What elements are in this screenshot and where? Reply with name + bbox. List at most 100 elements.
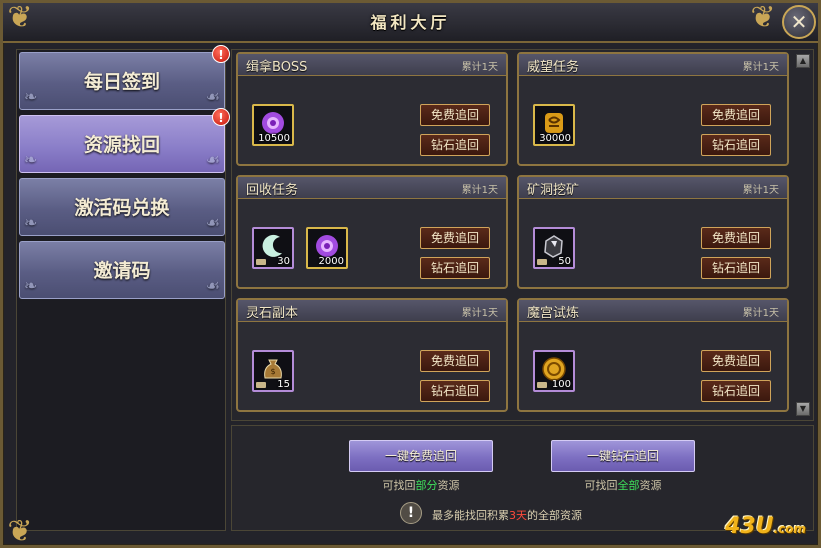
reward-item[interactable]: $ 15 [252,350,294,392]
reward-item[interactable]: 50 [533,227,575,269]
corner-ornament-icon: ❦ [750,0,776,35]
warning-icon: ! [400,502,422,524]
task-card-header: 矿洞挖矿 累计1天 [519,177,787,199]
nav-item-label: 资源找回 [83,134,160,156]
free-recover-button[interactable]: 免费追回 [420,104,490,126]
hint-text: 资源 [437,479,460,492]
task-name: 回收任务 [246,183,299,198]
scroll-ornament-icon: ☙ [205,87,220,106]
nav-item-daily-signin[interactable]: 每日签到 ❧ ☙ ! [19,45,230,110]
task-name: 魔宫试炼 [527,306,580,321]
title-bar: 福利大厅 [3,3,818,43]
task-card: 魔宫试炼 累计1天 100 免费追回 钻石追回 [517,298,789,412]
task-name: 矿洞挖矿 [527,183,580,198]
reward-item[interactable]: 30 [252,227,294,269]
svg-text:$: $ [270,367,275,376]
sidebar-nav: 每日签到 ❧ ☙ ! 资源找回 ❧ ☙ ! 激活码兑换 ❧ ☙ 邀请码 ❧ ☙ [16,45,230,531]
scroll-ornament-icon: ☙ [205,150,220,169]
item-count: 100 [551,379,571,390]
scroll-ornament-icon: ❧ [24,87,38,106]
nav-item-activation-code[interactable]: 激活码兑换 ❧ ☙ [19,178,225,236]
diamond-recover-button[interactable]: 钻石追回 [701,257,771,279]
task-name: 灵石副本 [246,306,299,321]
task-card-header: 魔宫试炼 累计1天 [519,300,787,322]
item-count: 50 [558,256,571,267]
bound-tag-icon [537,382,547,388]
nav-item-resource-recovery[interactable]: 资源找回 ❧ ☙ ! [19,108,230,173]
task-card: 缉拿BOSS 累计1天 10500 免费追回 钻石追回 [236,52,508,166]
task-name: 缉拿BOSS [246,60,308,75]
free-recover-hint: 可找回部分资源 [349,477,493,493]
logo-text: 43U [725,514,774,539]
diamond-recover-button[interactable]: 钻石追回 [701,134,771,156]
task-accumulated: 累计1天 [742,62,779,73]
hint-highlight: 部分 [415,479,438,492]
hint-text: 资源 [639,479,662,492]
scroll-down-arrow-icon[interactable]: ▼ [796,402,810,416]
item-count: 30 [277,256,290,267]
note-highlight: 3天 [509,509,527,522]
free-recover-button[interactable]: 免费追回 [420,227,490,249]
task-card-header: 回收任务 累计1天 [238,177,506,199]
diamond-recover-button[interactable]: 钻石追回 [701,380,771,402]
item-count: 30000 [539,133,571,144]
free-recover-button[interactable]: 免费追回 [701,350,771,372]
task-card-header: 威望任务 累计1天 [519,54,787,76]
alert-badge: ! [212,45,230,63]
task-accumulated: 累计1天 [742,308,779,319]
nav-item-label: 激活码兑换 [74,197,170,219]
bound-tag-icon [256,259,266,265]
free-recover-all-button[interactable]: 一键免费追回 [349,440,493,472]
hint-highlight: 全部 [617,479,640,492]
recovery-task-list: 缉拿BOSS 累计1天 10500 免费追回 钻石追回 威望任务 累计1天 30… [231,49,814,421]
reward-item[interactable]: 10500 [252,104,294,146]
welfare-hall-window: 福利大厅 ❦ ❦ ✕ 每日签到 ❧ ☙ ! 资源找回 ❧ ☙ ! 激活码兑换 ❧… [0,0,821,548]
note-text: 的全部资源 [527,509,582,522]
task-name: 威望任务 [527,60,580,75]
bound-tag-icon [256,382,266,388]
task-accumulated: 累计1天 [461,308,498,319]
task-card: 回收任务 累计1天 30 2000 免费追回 钻石追回 [236,175,508,289]
task-accumulated: 累计1天 [461,62,498,73]
diamond-recover-button[interactable]: 钻石追回 [420,257,490,279]
logo-suffix: .com [773,522,806,536]
window-title: 福利大厅 [370,13,451,32]
diamond-recover-all-button[interactable]: 一键钻石追回 [551,440,695,472]
nav-item-label: 每日签到 [83,71,160,93]
alert-badge: ! [212,108,230,126]
hint-text: 可找回 [382,479,416,492]
item-count: 10500 [258,133,290,144]
item-count: 2000 [318,256,344,267]
task-card-header: 灵石副本 累计1天 [238,300,506,322]
nav-item-label: 邀请码 [93,260,151,282]
site-logo: 43U.com [725,514,806,539]
diamond-recover-hint: 可找回全部资源 [551,477,695,493]
task-card: 灵石副本 累计1天 $ 15 免费追回 钻石追回 [236,298,508,412]
reward-item[interactable]: 2000 [306,227,348,269]
corner-ornament-icon: ❦ [7,0,33,35]
scroll-ornament-icon: ☙ [205,276,220,295]
close-button[interactable]: ✕ [782,5,816,39]
scroll-ornament-icon: ☙ [205,213,220,232]
task-card-header: 缉拿BOSS 累计1天 [238,54,506,76]
scroll-up-arrow-icon[interactable]: ▲ [796,54,810,68]
bound-tag-icon [537,259,547,265]
scroll-ornament-icon: ❧ [24,276,38,295]
scroll-ornament-icon: ❧ [24,213,38,232]
hint-text: 可找回 [584,479,618,492]
diamond-recover-button[interactable]: 钻石追回 [420,134,490,156]
free-recover-button[interactable]: 免费追回 [701,227,771,249]
task-card: 威望任务 累计1天 30000 免费追回 钻石追回 [517,52,789,166]
free-recover-button[interactable]: 免费追回 [420,350,490,372]
free-recover-button[interactable]: 免费追回 [701,104,771,126]
corner-ornament-icon: ❦ [7,514,33,548]
recovery-limit-note: 最多能找回积累3天的全部资源 [432,507,582,523]
reward-item[interactable]: 100 [533,350,575,392]
nav-item-invite-code[interactable]: 邀请码 ❧ ☙ [19,241,225,299]
task-accumulated: 累计1天 [742,185,779,196]
scroll-ornament-icon: ❧ [24,150,38,169]
reward-item[interactable]: 30000 [533,104,575,146]
task-card: 矿洞挖矿 累计1天 50 免费追回 钻石追回 [517,175,789,289]
diamond-recover-button[interactable]: 钻石追回 [420,380,490,402]
note-text: 最多能找回积累 [432,509,509,522]
